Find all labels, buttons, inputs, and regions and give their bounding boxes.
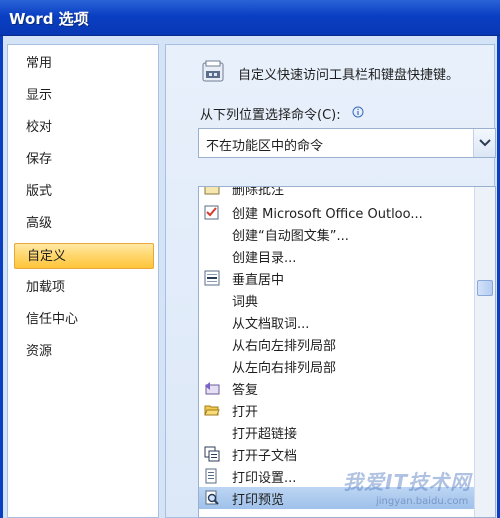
list-item[interactable]: 垂直居中 bbox=[199, 267, 475, 289]
list-item-label: 打开子文档 bbox=[232, 449, 298, 464]
list-item[interactable]: 答复 bbox=[199, 377, 475, 399]
list-item[interactable]: 从文档取词... bbox=[199, 311, 475, 333]
print-setup-icon bbox=[204, 468, 220, 484]
list-item[interactable]: 从右向左排列局部 bbox=[199, 333, 475, 355]
list-item-label: 删除批注 bbox=[232, 186, 285, 198]
sidebar-item-resources[interactable]: 资源 bbox=[14, 339, 154, 365]
commands-list[interactable]: 删除批注 创建 Microsoft Office Outloo... 创建“自动… bbox=[198, 186, 496, 518]
list-item-label: 从文档取词... bbox=[232, 317, 310, 332]
list-item-label: 打印预览 bbox=[232, 493, 285, 508]
align-middle-icon bbox=[204, 270, 220, 286]
comment-icon bbox=[204, 187, 220, 198]
sidebar-item-trust-center[interactable]: 信任中心 bbox=[14, 307, 154, 333]
commands-list-scrollbar[interactable] bbox=[474, 187, 495, 517]
list-item[interactable]: 打开 bbox=[199, 399, 475, 421]
list-item[interactable]: 打开超链接 bbox=[199, 421, 475, 443]
list-item[interactable]: 创建 Microsoft Office Outloo... bbox=[199, 201, 475, 223]
scrollbar-thumb[interactable] bbox=[477, 280, 493, 296]
list-item-label: 创建 Microsoft Office Outloo... bbox=[232, 207, 423, 222]
sidebar-item-proofing[interactable]: 校对 bbox=[14, 115, 154, 141]
list-item-label: 打开 bbox=[232, 405, 259, 420]
list-item[interactable]: 从左向右排列局部 bbox=[199, 355, 475, 377]
options-sidebar: 常用 显示 校对 保存 版式 高级 自定义 加载项 信任中心 资源 bbox=[7, 44, 159, 518]
info-icon[interactable] bbox=[352, 106, 364, 118]
list-item-label: 垂直居中 bbox=[232, 273, 285, 288]
sidebar-item-common[interactable]: 常用 bbox=[14, 51, 154, 77]
list-item-label: 答复 bbox=[232, 383, 259, 398]
list-item-label: 创建“自动图文集”... bbox=[232, 229, 349, 244]
list-item-label: 从右向左排列局部 bbox=[232, 339, 337, 354]
window-title: Word 选项 bbox=[9, 10, 89, 28]
reply-icon bbox=[204, 380, 220, 396]
title-bar: Word 选项 bbox=[0, 0, 500, 36]
choose-commands-label: 从下列位置选择命令(C): bbox=[200, 108, 341, 123]
chevron-down-icon[interactable] bbox=[473, 129, 495, 157]
list-item-label: 打开超链接 bbox=[232, 427, 298, 442]
list-item[interactable]: 创建目录... bbox=[199, 245, 475, 267]
list-item-label: 从左向右排列局部 bbox=[232, 361, 337, 376]
sidebar-item-customize[interactable]: 自定义 bbox=[14, 243, 154, 269]
list-item-label: 创建目录... bbox=[232, 251, 297, 266]
list-item-label: 打印设置... bbox=[232, 471, 297, 486]
choose-commands-dropdown[interactable]: 不在功能区中的命令 bbox=[198, 128, 496, 158]
sidebar-item-addins[interactable]: 加载项 bbox=[14, 275, 154, 301]
print-preview-icon bbox=[204, 490, 220, 506]
sidebar-item-layout[interactable]: 版式 bbox=[14, 179, 154, 205]
quick-access-toolbar-icon bbox=[200, 58, 228, 86]
list-item[interactable]: 打印设置... bbox=[199, 465, 475, 487]
list-item[interactable]: 打印预览 bbox=[199, 487, 475, 509]
list-item[interactable]: 打开子文档 bbox=[199, 443, 475, 465]
subdocument-icon bbox=[204, 446, 220, 462]
open-folder-icon bbox=[204, 402, 220, 418]
sidebar-item-save[interactable]: 保存 bbox=[14, 147, 154, 173]
outlook-task-icon bbox=[204, 204, 220, 220]
customize-description: 自定义快速访问工具栏和键盘快捷键。 bbox=[238, 68, 460, 83]
list-item-label: 词典 bbox=[232, 295, 259, 310]
list-item[interactable]: 创建“自动图文集”... bbox=[199, 223, 475, 245]
list-item[interactable]: 词典 bbox=[199, 289, 475, 311]
sidebar-item-display[interactable]: 显示 bbox=[14, 83, 154, 109]
choose-commands-value: 不在功能区中的命令 bbox=[206, 139, 324, 154]
sidebar-item-advanced[interactable]: 高级 bbox=[14, 211, 154, 237]
